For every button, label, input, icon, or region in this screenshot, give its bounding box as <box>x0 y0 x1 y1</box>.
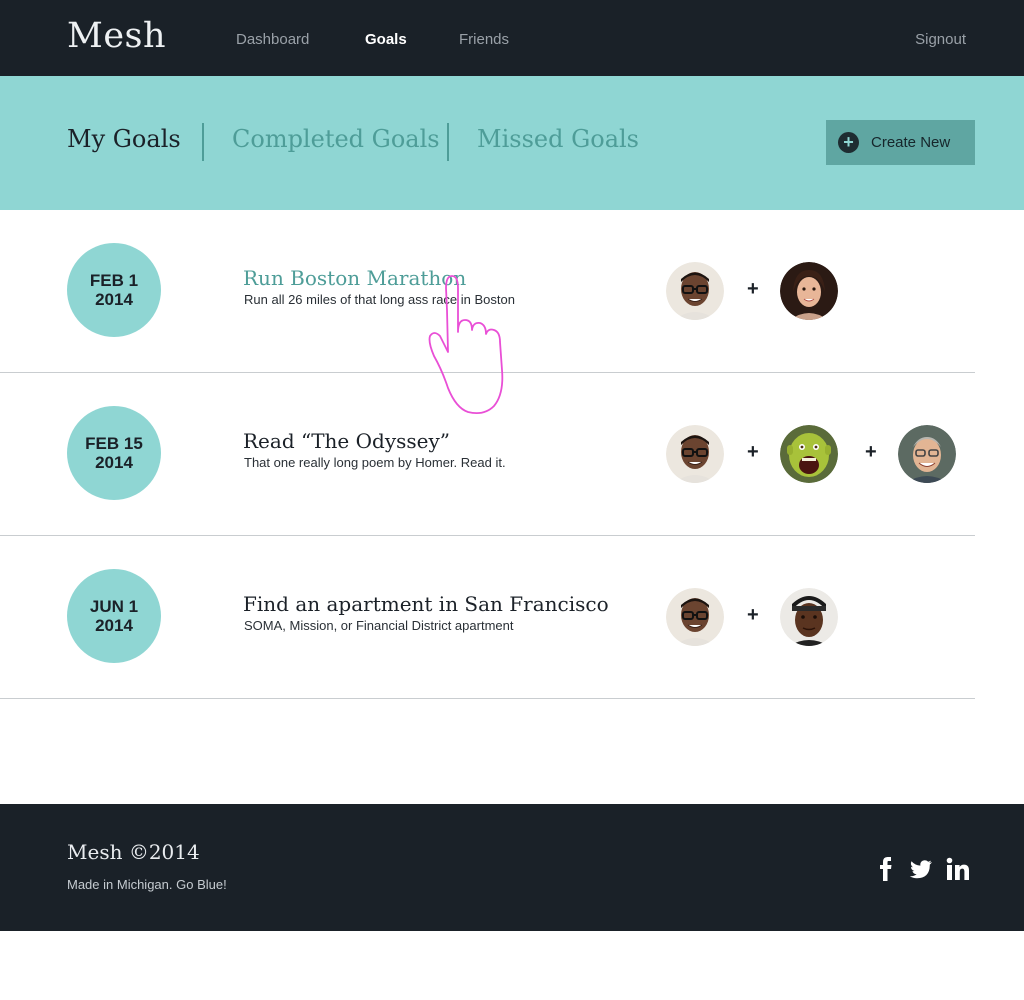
man-glasses-avatar[interactable] <box>666 425 724 483</box>
tab-divider <box>202 123 204 161</box>
green-ogre-avatar[interactable] <box>780 425 838 483</box>
facebook-icon[interactable] <box>873 856 899 882</box>
footer-brand: Mesh ©2014 <box>67 840 200 864</box>
goal-description: SOMA, Mission, or Financial District apa… <box>244 618 514 633</box>
tab-missed-goals[interactable]: Missed Goals <box>477 125 639 153</box>
create-new-button[interactable]: + Create New <box>826 120 975 165</box>
older-man-avatar[interactable] <box>898 425 956 483</box>
goal-date-badge: JUN 1 2014 <box>67 569 161 663</box>
goal-description: That one really long poem by Homer. Read… <box>244 455 506 470</box>
goal-date-badge: FEB 15 2014 <box>67 406 161 500</box>
nav-dashboard[interactable]: Dashboard <box>236 31 309 48</box>
goal-date-day: FEB 1 <box>89 271 139 290</box>
plus-sign: + <box>865 441 877 463</box>
plus-sign: + <box>747 604 759 626</box>
woman-avatar[interactable] <box>780 262 838 320</box>
goal-title[interactable]: Find an apartment in San Francisco <box>243 592 609 616</box>
goal-row[interactable]: JUN 1 2014 Find an apartment in San Fran… <box>0 536 975 699</box>
create-new-label: Create New <box>871 134 951 151</box>
tab-completed-goals[interactable]: Completed Goals <box>232 125 440 153</box>
tab-divider <box>447 123 449 161</box>
man-glasses-avatar[interactable] <box>666 262 724 320</box>
goal-title[interactable]: Run Boston Marathon <box>243 266 466 290</box>
man-glasses-avatar[interactable] <box>666 588 724 646</box>
goal-date-year: 2014 <box>95 290 133 309</box>
man-cap-avatar[interactable] <box>780 588 838 646</box>
linkedin-icon[interactable] <box>945 856 971 882</box>
nav-friends[interactable]: Friends <box>459 31 509 48</box>
twitter-icon[interactable] <box>908 856 934 882</box>
goal-date-year: 2014 <box>95 453 133 472</box>
signout-link[interactable]: Signout <box>915 31 966 48</box>
goal-row[interactable]: FEB 1 2014 Run Boston Marathon Run all 2… <box>0 210 975 373</box>
goals-subheader: My Goals Completed Goals Missed Goals + … <box>0 76 1024 210</box>
plus-circle-icon: + <box>838 132 859 153</box>
plus-sign: + <box>747 441 759 463</box>
plus-sign: + <box>747 278 759 300</box>
goal-date-day: FEB 15 <box>85 434 143 453</box>
goal-date-badge: FEB 1 2014 <box>67 243 161 337</box>
nav-goals[interactable]: Goals <box>365 31 407 48</box>
goal-date-year: 2014 <box>95 616 133 635</box>
footer: Mesh ©2014 Made in Michigan. Go Blue! <box>0 804 1024 931</box>
logo[interactable]: Mesh <box>67 16 166 56</box>
top-navbar: Mesh Dashboard Goals Friends Signout <box>0 0 1024 76</box>
footer-tagline: Made in Michigan. Go Blue! <box>67 877 227 892</box>
goal-title[interactable]: Read “The Odyssey” <box>243 429 450 453</box>
goal-row[interactable]: FEB 15 2014 Read “The Odyssey” That one … <box>0 373 975 536</box>
goal-description: Run all 26 miles of that long ass race i… <box>244 292 515 307</box>
goal-date-day: JUN 1 <box>89 597 139 616</box>
tab-my-goals[interactable]: My Goals <box>67 125 181 153</box>
